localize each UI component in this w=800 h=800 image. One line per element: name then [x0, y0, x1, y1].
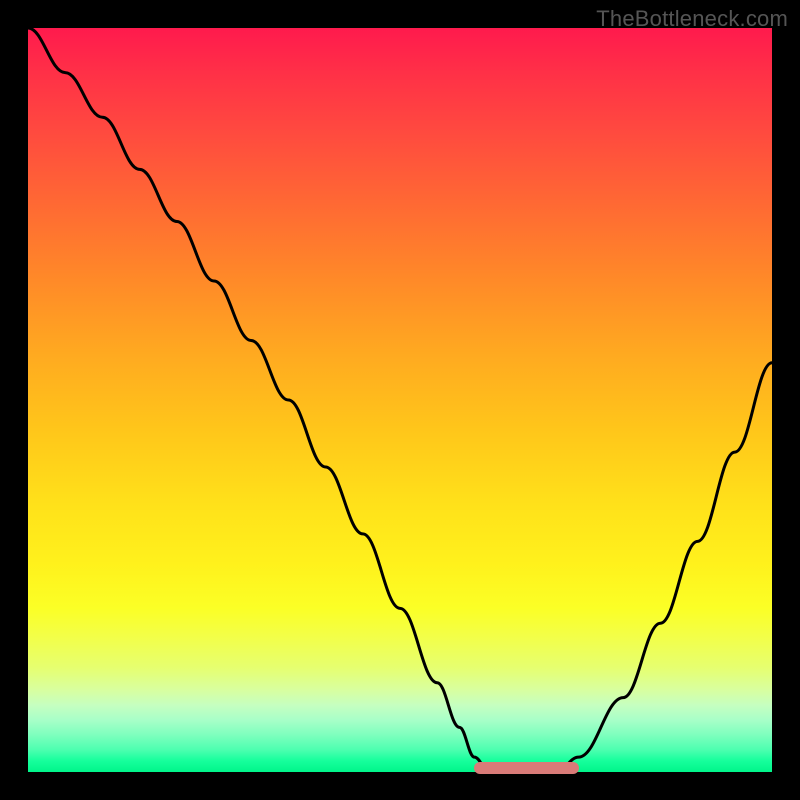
watermark-text: TheBottleneck.com — [596, 6, 788, 32]
chart-frame: TheBottleneck.com — [0, 0, 800, 800]
optimal-range-marker — [474, 762, 578, 774]
plot-area — [28, 28, 772, 772]
bottleneck-curve-line — [28, 28, 772, 772]
curve-svg — [28, 28, 772, 772]
